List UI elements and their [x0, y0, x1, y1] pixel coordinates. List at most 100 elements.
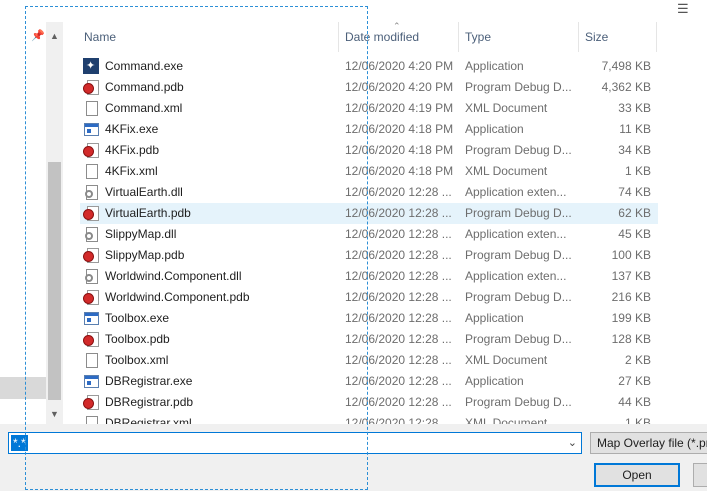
file-row[interactable]: 4KFix.exe 12/06/2020 4:18 PM Application 11… — [80, 119, 658, 140]
file-type: XML Document — [465, 416, 548, 424]
file-row[interactable]: 4KFix.pdb 12/06/2020 4:18 PM Program Debug… — [80, 140, 658, 161]
file-name: DBRegistrar.exe — [105, 374, 193, 388]
file-name: VirtualEarth.pdb — [105, 206, 191, 220]
file-type: XML Document — [465, 164, 548, 178]
file-type-filter[interactable]: Map Overlay file (*.pr — [590, 432, 707, 454]
file-size: 137 KB — [611, 269, 651, 283]
column-header-type[interactable]: Type — [459, 22, 579, 52]
file-size: 74 KB — [618, 185, 651, 199]
file-date: 12/06/2020 12:28 ... — [345, 206, 452, 220]
pdb-file-icon — [83, 394, 99, 410]
file-type: Application — [465, 311, 524, 325]
file-type: Application — [465, 59, 524, 73]
dll-file-icon — [83, 226, 99, 242]
xml-file-icon — [83, 415, 99, 424]
dll-file-icon — [83, 184, 99, 200]
file-type: Program Debug D... — [465, 143, 572, 157]
column-header-row: Name ⌃ Date modified Type Size — [66, 22, 707, 52]
file-date: 12/06/2020 4:18 PM — [345, 143, 454, 157]
pdb-file-icon — [83, 79, 99, 95]
file-row[interactable]: VirtualEarth.dll 12/06/2020 12:28 ... Appl… — [80, 182, 658, 203]
nav-scrollbar[interactable]: ▲ ▼ — [46, 22, 63, 424]
file-name: 4KFix.exe — [105, 122, 159, 136]
open-button[interactable]: Open — [594, 463, 680, 487]
file-row[interactable]: Toolbox.pdb 12/06/2020 12:28 ... Program D… — [80, 329, 658, 350]
file-name: Worldwind.Component.pdb — [105, 290, 250, 304]
file-size: 62 KB — [618, 206, 651, 220]
file-size: 1 KB — [624, 416, 651, 424]
pin-icon[interactable]: 📌 — [31, 30, 45, 42]
file-name: 4KFix.pdb — [105, 143, 160, 157]
xml-file-icon — [83, 352, 99, 368]
file-name: Toolbox.pdb — [105, 332, 170, 346]
pdb-file-icon — [83, 247, 99, 263]
file-name: DBRegistrar.xml — [105, 416, 192, 424]
file-type: XML Document — [465, 353, 548, 367]
exe-file-icon — [83, 121, 99, 137]
file-name: Toolbox.exe — [105, 311, 170, 325]
file-date: 12/06/2020 12:28 ... — [345, 332, 452, 346]
file-row[interactable]: Command.exe 12/06/2020 4:20 PM Application… — [80, 56, 658, 77]
file-date: 12/06/2020 12:28 ... — [345, 269, 452, 283]
file-list: Name ⌃ Date modified Type Size Command.e… — [66, 22, 707, 424]
file-name-combobox[interactable]: *.* ⌄ — [8, 432, 582, 454]
file-type: Program Debug D... — [465, 80, 572, 94]
file-row[interactable]: DBRegistrar.exe 12/06/2020 12:28 ... Appli… — [80, 371, 658, 392]
file-name: SlippyMap.dll — [105, 227, 177, 241]
file-name-input[interactable]: *.* — [11, 435, 28, 451]
file-name: Toolbox.xml — [105, 353, 169, 367]
file-type: Application — [465, 374, 524, 388]
file-date: 12/06/2020 12:28 ... — [345, 311, 452, 325]
file-date: 12/06/2020 12:28 ... — [345, 395, 452, 409]
file-row[interactable]: 4KFix.xml 12/06/2020 4:18 PM XML Document 1… — [80, 161, 658, 182]
column-header-size[interactable]: Size — [579, 22, 657, 52]
pdb-file-icon — [83, 331, 99, 347]
file-row[interactable]: VirtualEarth.pdb 12/06/2020 12:28 ... Prog… — [80, 203, 658, 224]
file-name: Command.xml — [105, 101, 183, 115]
file-size: 216 KB — [611, 290, 651, 304]
nav-selected-item[interactable] — [0, 377, 46, 399]
file-date: 12/06/2020 4:18 PM — [345, 122, 454, 136]
column-header-date[interactable]: Date modified — [339, 22, 459, 52]
file-size: 199 KB — [611, 311, 651, 325]
pdb-file-icon — [83, 205, 99, 221]
file-row[interactable]: Worldwind.Component.pdb 12/06/2020 12:28 … — [80, 287, 658, 308]
file-date: 12/06/2020 4:20 PM — [345, 59, 454, 73]
file-date: 12/06/2020 12:28 ... — [345, 227, 452, 241]
file-size: 7,498 KB — [601, 59, 651, 73]
file-row[interactable]: SlippyMap.dll 12/06/2020 12:28 ... Applica… — [80, 224, 658, 245]
file-name: SlippyMap.pdb — [105, 248, 185, 262]
file-size: 45 KB — [618, 227, 651, 241]
scroll-thumb[interactable] — [48, 162, 61, 400]
file-row[interactable]: Worldwind.Component.dll 12/06/2020 12:28 … — [80, 266, 658, 287]
file-row[interactable]: Toolbox.xml 12/06/2020 12:28 ... XML Docum… — [80, 350, 658, 371]
xml-file-icon — [83, 163, 99, 179]
file-row[interactable]: Command.xml 12/06/2020 4:19 PM XML Documen… — [80, 98, 658, 119]
file-name: VirtualEarth.dll — [105, 185, 183, 199]
file-row[interactable]: DBRegistrar.pdb 12/06/2020 12:28 ... Progr… — [80, 392, 658, 413]
file-date: 12/06/2020 4:19 PM — [345, 101, 454, 115]
file-size: 1 KB — [624, 164, 651, 178]
file-row[interactable]: DBRegistrar.xml 12/06/2020 12:28 ... XML D… — [80, 413, 658, 424]
cancel-button[interactable] — [693, 463, 707, 487]
chevron-down-icon[interactable]: ⌄ — [568, 435, 577, 451]
file-date: 12/06/2020 12:28 ... — [345, 185, 452, 199]
file-name: Command.exe — [105, 59, 184, 73]
file-row[interactable]: Command.pdb 12/06/2020 4:20 PM Program Deb… — [80, 77, 658, 98]
file-size: 44 KB — [618, 395, 651, 409]
exe-file-icon — [83, 373, 99, 389]
view-options-icon[interactable]: ☰ — [677, 2, 695, 16]
file-row[interactable]: SlippyMap.pdb 12/06/2020 12:28 ... Program… — [80, 245, 658, 266]
column-header-name[interactable]: Name — [78, 22, 339, 52]
navigation-pane: 📌 ▲ ▼ — [0, 22, 66, 424]
file-date: 12/06/2020 4:20 PM — [345, 80, 454, 94]
file-row[interactable]: Toolbox.exe 12/06/2020 12:28 ... Applicati… — [80, 308, 658, 329]
file-date: 12/06/2020 4:18 PM — [345, 164, 454, 178]
xml-file-icon — [83, 100, 99, 116]
file-date: 12/06/2020 12:28 ... — [345, 416, 452, 424]
file-type: Program Debug D... — [465, 290, 572, 304]
file-type: Program Debug D... — [465, 248, 572, 262]
scroll-down-icon[interactable]: ▼ — [46, 406, 63, 423]
scroll-up-icon[interactable]: ▲ — [46, 28, 63, 45]
file-type: Application exten... — [465, 269, 567, 283]
